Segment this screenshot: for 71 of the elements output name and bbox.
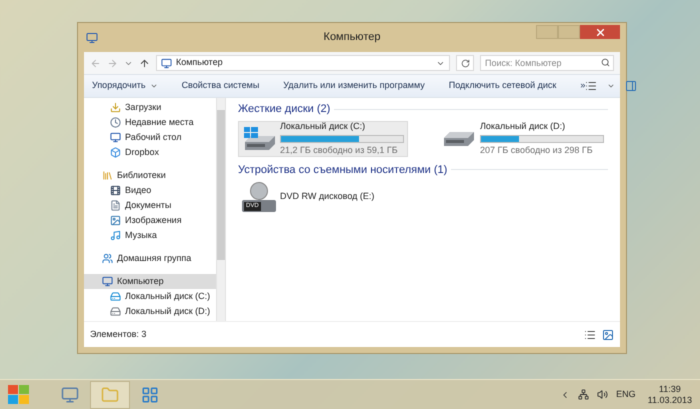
more-button[interactable]: » [580,79,586,93]
nav-item[interactable]: Музыка [84,228,216,243]
scrollbar-thumb[interactable] [217,110,225,260]
computer-icon [102,276,113,287]
hard-drive-icon [444,132,474,146]
drive-name: Локальный диск (C:) [280,120,366,133]
film-icon [110,185,121,196]
libraries-icon [102,170,113,181]
close-icon [596,28,604,36]
desktop-icon [110,132,121,143]
drive-name: Локальный диск (D:) [480,120,566,133]
nav-item[interactable]: Видео [84,183,216,198]
toolbar-button[interactable]: Подключить сетевой диск [448,79,556,93]
address-path: Компьютер [176,56,223,70]
hard-drive-icon [110,306,121,317]
nav-item[interactable]: Компьютер [84,274,216,289]
nav-item[interactable]: Рабочий стол [84,130,216,145]
nav-item[interactable]: Изображения [84,213,216,228]
nav-item[interactable]: Документы [84,198,216,213]
toolbar-button[interactable]: Свойства системы [182,79,260,93]
drive-tile[interactable]: Локальный диск (D:) 207 ГБ свободно из 298 ГБ [438,120,608,156]
up-icon[interactable] [139,58,150,68]
drive-tile[interactable]: Локальный диск (C:) 21,2 ГБ свободно из 59,1 ГБ [238,120,408,156]
homegroup-icon [102,253,113,264]
caret-icon [607,82,616,90]
computer-icon [161,58,172,68]
clock-icon [110,117,121,128]
nav-item[interactable]: Библиотеки [84,168,216,183]
drive-name: DVD RW дисковод (E:) [280,190,374,204]
large-icons-view-icon[interactable] [602,328,614,340]
group-header[interactable]: Устройства со съемными носителями (1) [238,162,448,178]
system-drive-icon [244,127,274,150]
back-icon[interactable] [90,58,101,68]
picture-icon [110,215,121,226]
nav-item[interactable]: Локальный диск (D:) [84,304,216,319]
drive-free-space: 21,2 ГБ свободно из 59,1 ГБ [280,144,399,157]
forward-icon[interactable] [107,58,118,68]
toolbar-button[interactable]: Удалить или изменить программу [283,79,425,93]
computer-icon [86,32,98,44]
clock[interactable]: 11:39 11.03.2013 [648,384,692,406]
nav-item[interactable]: Загрузки [84,100,216,115]
window-title: Компьютер [324,30,380,46]
scrollbar[interactable] [216,98,226,321]
address-field[interactable]: Компьютер [156,55,450,71]
volume-icon[interactable] [597,389,608,400]
caret-icon [150,82,158,90]
network-icon[interactable] [578,389,590,400]
start-button[interactable] [8,384,30,404]
music-icon [110,230,121,241]
download-icon [110,102,121,113]
group-header[interactable]: Жесткие диски (2) [238,101,330,118]
search-field[interactable]: Поиск: Компьютер [480,55,614,71]
search-icon [601,58,610,67]
nav-item[interactable]: Локальный диск (C:) [84,289,216,304]
folder-icon [101,386,119,404]
refresh-icon [460,58,470,68]
control-panel-icon [141,386,159,404]
document-icon [110,200,121,211]
toolbar-button[interactable]: Упорядочить [92,79,158,93]
nav-item[interactable]: Dropbox [84,145,216,160]
nav-item[interactable]: Недавние места [84,115,216,130]
drive-free-space: 207 ГБ свободно из 298 ГБ [480,144,594,157]
hard-drive-icon [110,291,121,302]
language-indicator[interactable]: ENG [616,388,636,402]
nav-item[interactable]: Домашняя группа [84,251,216,266]
close-button[interactable] [580,25,620,39]
box-icon [110,147,121,158]
item-count: Элементов: 3 [90,328,146,341]
refresh-button[interactable] [456,55,474,71]
monitor-icon [61,386,79,404]
preview-pane-icon[interactable] [625,80,638,92]
